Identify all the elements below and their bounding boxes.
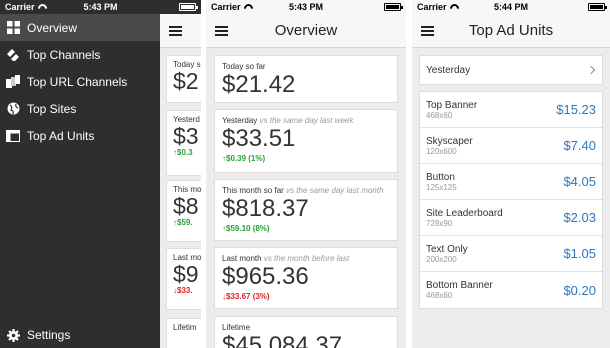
card-change: ↑$0.39 (1%) <box>222 154 266 163</box>
hamburger-icon[interactable] <box>215 26 228 36</box>
unit-earnings: $7.40 <box>563 138 596 153</box>
settings-label: Settings <box>27 328 71 342</box>
card-value: $45,084.37 <box>222 332 343 348</box>
unit-earnings: $0.20 <box>563 282 596 298</box>
list-item[interactable]: Top Banner 468x60 $15.23 <box>420 92 602 128</box>
menu-item-overview[interactable]: Overview <box>0 14 160 41</box>
status-time: 5:44 PM <box>493 2 528 12</box>
list-item[interactable]: Skyscaper 120x600 $7.40 <box>420 128 602 164</box>
grid-icon <box>6 21 20 35</box>
unit-name: Skyscaper <box>426 135 473 147</box>
list-item[interactable]: Bottom Banner 468x60 $0.20 <box>420 272 602 308</box>
stat-card-yesterday: Yesterday vs the same day last week $33.… <box>214 109 398 173</box>
peek-card: This mo $8 ↑$59. <box>166 180 201 242</box>
card-label: Yesterday <box>222 116 258 125</box>
card-label: This month so far <box>222 186 284 195</box>
unit-size: 120x600 <box>426 146 457 156</box>
card-label: Lifetime <box>222 323 251 332</box>
date-range-selector[interactable]: Yesterday <box>419 55 603 85</box>
top-ad-units-screen: Carrier 5:44 PM Top Ad Units Yesterday T… <box>412 0 610 348</box>
peek-card: Today s $2 <box>166 55 201 103</box>
unit-name: Text Only <box>426 243 468 255</box>
battery-icon <box>179 3 198 11</box>
status-bar: Carrier 5:44 PM <box>412 0 610 14</box>
chevron-right-icon <box>586 65 596 75</box>
peek-card: Yesterd $3 ↑$0.3 <box>166 110 201 176</box>
unit-size: 125x125 <box>426 182 457 192</box>
list-item[interactable]: Button 125x125 $4.05 <box>420 164 602 200</box>
menu-item-top-ad-units[interactable]: Top Ad Units <box>0 122 160 149</box>
card-comparison: vs the same day last month <box>286 186 384 195</box>
peek-card: Lifetim <box>166 318 201 348</box>
menu-item-label: Overview <box>27 20 78 35</box>
battery-icon <box>588 3 607 11</box>
unit-name: Top Banner <box>426 99 478 111</box>
list-item[interactable]: Site Leaderboard 728x90 $2.03 <box>420 200 602 236</box>
stat-card-today: Today so far $21.42 <box>214 55 398 103</box>
menu-item-label: Top Channels <box>27 47 101 62</box>
card-value: $33.51 <box>222 125 296 152</box>
nav-bar: Overview <box>206 14 406 48</box>
unit-earnings: $2.03 <box>563 210 596 225</box>
status-bar: Carrier 5:43 PM <box>206 0 406 14</box>
hamburger-icon[interactable] <box>421 26 434 36</box>
card-value: $965.36 <box>222 263 309 290</box>
card-change: ↓$33.67 (3%) <box>222 292 270 301</box>
menu-item-label: Top Sites <box>27 101 77 116</box>
unit-size: 468x60 <box>426 291 453 300</box>
url-channels-icon <box>6 75 20 89</box>
card-label: Last month <box>222 254 262 263</box>
page-title: Overview <box>274 22 338 39</box>
card-change: ↑$59.10 (8%) <box>222 224 270 233</box>
unit-earnings: $1.05 <box>563 246 596 261</box>
card-value: $818.37 <box>222 195 309 222</box>
stat-card-last-month: Last month vs the month before last $965… <box>214 247 398 309</box>
card-value: $21.42 <box>222 71 296 98</box>
list-item[interactable]: Text Only 200x200 $1.05 <box>420 236 602 272</box>
date-range-label: Yesterday <box>426 64 471 76</box>
gear-icon <box>6 328 20 342</box>
stat-card-this-month: This month so far vs the same day last m… <box>214 179 398 241</box>
unit-earnings: $15.23 <box>556 102 596 117</box>
nav-bar: Top Ad Units <box>412 14 610 48</box>
overview-peek-panel[interactable]: Today s $2 Yesterd $3 ↑$0.3 This mo $8 ↑… <box>160 14 201 348</box>
unit-earnings: $4.05 <box>563 174 596 189</box>
side-menu: Overview Top Channels Top URL Channels T… <box>0 14 160 149</box>
hamburger-icon[interactable] <box>169 25 182 36</box>
stat-card-lifetime: Lifetime $45,084.37 <box>214 316 398 348</box>
menu-item-top-channels[interactable]: Top Channels <box>0 41 160 68</box>
unit-name: Site Leaderboard <box>426 207 503 219</box>
unit-size: 200x200 <box>426 254 457 264</box>
unit-name: Button <box>426 171 455 183</box>
menu-item-label: Top URL Channels <box>27 74 128 89</box>
status-bar: Carrier 5:43 PM <box>0 0 201 14</box>
channels-icon <box>6 48 20 62</box>
menu-item-top-sites[interactable]: Top Sites <box>0 95 160 122</box>
settings-button[interactable]: Settings <box>0 322 160 348</box>
menu-item-top-url-channels[interactable]: Top URL Channels <box>0 68 160 95</box>
peek-card: Last mo $9 ↓$33. <box>166 248 201 310</box>
ad-units-list: Top Banner 468x60 $15.23 Skyscaper 120x600… <box>419 91 603 309</box>
page-title: Top Ad Units <box>468 22 554 39</box>
unit-size: 468x60 <box>426 110 453 120</box>
status-time: 5:43 PM <box>83 2 118 12</box>
card-comparison: vs the same day last week <box>259 116 354 125</box>
unit-name: Bottom Banner <box>426 280 493 291</box>
globe-icon <box>6 102 20 116</box>
card-label: Today so far <box>222 62 266 71</box>
menu-item-label: Top Ad Units <box>27 128 95 143</box>
status-time: 5:43 PM <box>288 2 323 12</box>
ad-unit-icon <box>6 129 20 143</box>
overview-screen: Carrier 5:43 PM Overview Today so far $2… <box>206 0 406 348</box>
battery-icon <box>384 3 403 11</box>
unit-size: 728x90 <box>426 218 453 228</box>
card-comparison: vs the month before last <box>263 254 350 263</box>
menu-screen: Carrier 5:43 PM Overview Top Channels To… <box>0 0 201 348</box>
